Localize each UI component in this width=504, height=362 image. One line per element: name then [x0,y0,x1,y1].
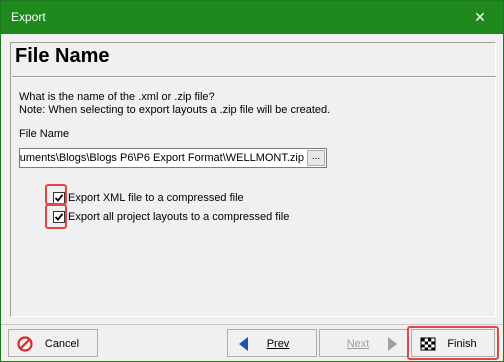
file-name-field[interactable]: Documents\Blogs\Blogs P6\P6 Export Forma… [19,148,327,168]
export-xml-compressed-label: Export XML file to a compressed file [68,192,244,204]
file-name-value[interactable]: Documents\Blogs\Blogs P6\P6 Export Forma… [20,152,304,164]
window-title: Export [11,10,46,24]
description-line-2: Note: When selecting to export layouts a… [19,104,331,116]
title-divider [12,76,496,78]
close-button[interactable]: ✕ [457,1,503,34]
close-icon: ✕ [474,9,486,25]
export-dialog: Export ✕ File Name What is the name of t… [0,0,504,362]
description-line-1: What is the name of the .xml or .zip fil… [19,91,215,103]
checkbox-highlight [45,204,67,229]
prev-button[interactable]: Prev [227,329,317,357]
export-layouts-compressed-label: Export all project layouts to a compress… [68,211,290,223]
next-button[interactable]: Next [319,329,409,357]
prev-label: Prev [266,338,290,350]
checkbox-highlight [45,184,67,205]
title-bar: Export [1,1,503,34]
description: What is the name of the .xml or .zip fil… [19,91,330,117]
finish-highlight [407,326,499,360]
right-arrow-icon [388,337,397,351]
file-name-label: File Name [19,128,70,140]
cancel-label: Cancel [44,338,80,350]
page-title: File Name [15,45,110,67]
browse-button[interactable]: ... [307,150,325,166]
button-bar-divider [1,324,503,325]
wizard-panel: File Name What is the name of the .xml o… [10,42,496,317]
cancel-button[interactable]: Cancel [8,329,98,357]
